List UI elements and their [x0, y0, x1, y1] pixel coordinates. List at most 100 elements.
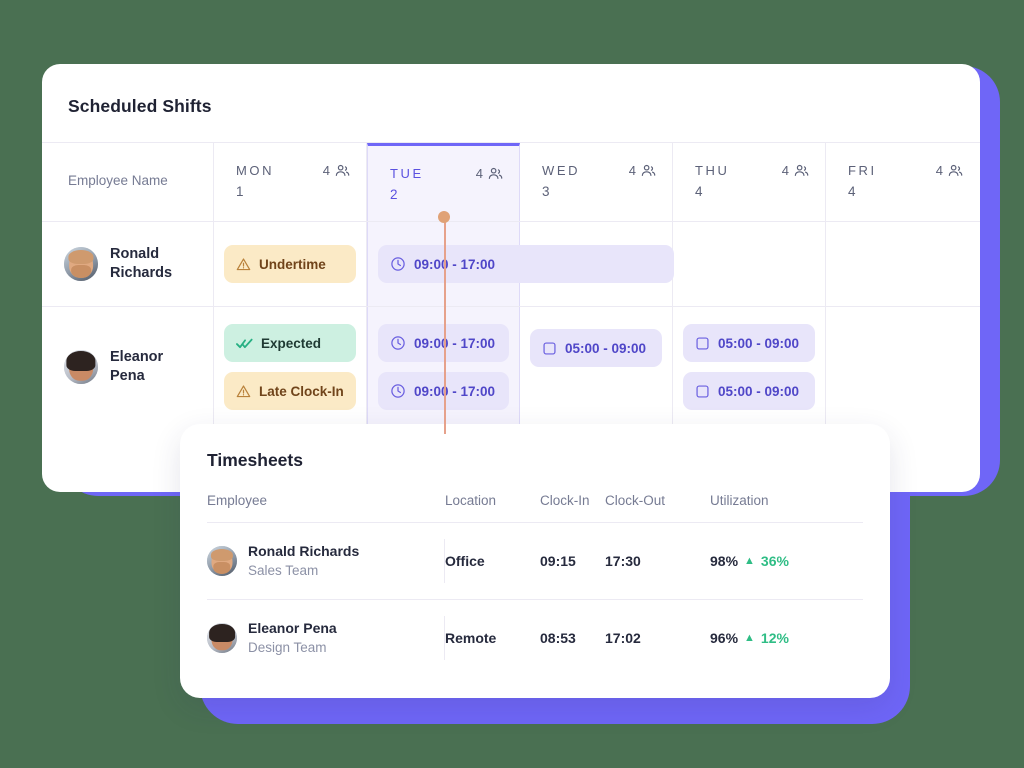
timesheets-table: Employee Location Clock-In Clock-Out Uti…: [180, 493, 890, 676]
shift-chip-label: 09:00 - 17:00: [414, 256, 496, 272]
day-header-count: 4: [628, 163, 636, 178]
shift-chip-label: Late Clock-In: [259, 383, 344, 399]
warning-triangle-icon: [236, 257, 251, 272]
trend-up-icon: ▲: [744, 631, 755, 644]
day-header-date: 4: [695, 184, 703, 199]
timesheets-header-row: Employee Location Clock-In Clock-Out Uti…: [207, 493, 863, 523]
day-header-count: 4: [475, 166, 483, 181]
employee-last-name: Richards: [110, 265, 173, 281]
timesheet-utilization-delta: 12%: [760, 630, 789, 646]
employee-first-name: Ronald: [110, 246, 160, 263]
day-header-dow: THU: [695, 163, 730, 178]
timesheet-employee-cell: Ronald Richards Sales Team: [207, 539, 445, 583]
day-header-date: 1: [236, 184, 244, 199]
square-icon: [695, 384, 710, 399]
timesheet-location: Remote: [445, 630, 497, 646]
day-header-thu[interactable]: THU 4 4: [673, 143, 826, 221]
people-icon: [488, 167, 503, 180]
shift-chip-expected[interactable]: Expected: [224, 324, 356, 362]
column-header-utilization: Utilization: [710, 493, 769, 508]
column-header-clock-in: Clock-In: [540, 493, 590, 508]
employee-cell: Eleanor Pena: [42, 307, 214, 427]
shift-cell-mon[interactable]: Undertime: [214, 222, 367, 306]
timesheet-utilization-cell: 96% ▲ 12%: [710, 630, 863, 646]
day-header-date: 4: [848, 184, 856, 199]
table-row[interactable]: Eleanor Pena Design Team Remote 08:53 17…: [207, 600, 863, 676]
timesheet-employee-cell: Eleanor Pena Design Team: [207, 616, 445, 660]
shift-cell-wed[interactable]: 05:00 - 09:00: [520, 307, 673, 427]
people-icon: [641, 164, 656, 177]
shift-cell-fri[interactable]: [826, 222, 979, 306]
trend-up-icon: ▲: [744, 554, 755, 567]
day-header-count: 4: [781, 163, 789, 178]
avatar-ronald: [64, 247, 98, 281]
square-icon: [542, 341, 557, 356]
shift-chip-time-span[interactable]: 09:00 - 17:00: [378, 245, 674, 283]
people-icon: [335, 164, 350, 177]
shift-cell-mon[interactable]: Expected Late Clock-In: [214, 307, 367, 427]
day-header-wed[interactable]: WED 4 3: [520, 143, 673, 221]
shift-chip-label: 05:00 - 09:00: [718, 383, 800, 399]
shift-row-eleanor-pena: Eleanor Pena Expected Late Clock-In 09:0…: [42, 306, 980, 427]
shift-chip-time[interactable]: 05:00 - 09:00: [683, 372, 815, 410]
scheduled-shifts-title: Scheduled Shifts: [68, 96, 212, 116]
timesheet-utilization-value: 96%: [710, 630, 739, 646]
timesheet-employee-name: Ronald Richards: [248, 543, 360, 560]
shift-chip-label: 05:00 - 09:00: [565, 340, 647, 356]
square-icon: [695, 336, 710, 351]
day-header-dow: WED: [542, 163, 581, 178]
shift-cell-thu[interactable]: [673, 222, 826, 306]
day-header-dow: MON: [236, 163, 275, 178]
people-icon: [948, 164, 963, 177]
day-header-tue[interactable]: TUE 4 2: [367, 143, 520, 221]
day-header-mon[interactable]: MON 4 1: [214, 143, 367, 221]
timesheet-clock-out: 17:02: [605, 630, 641, 646]
current-time-indicator-dot: [438, 211, 450, 223]
shift-chip-undertime[interactable]: Undertime: [224, 245, 356, 283]
timesheet-utilization-cell: 98% ▲ 36%: [710, 553, 863, 569]
shift-chip-label: Undertime: [259, 256, 326, 272]
timesheet-clock-in: 09:15: [540, 553, 576, 569]
shift-cell-fri[interactable]: [826, 307, 979, 427]
warning-triangle-icon: [236, 384, 251, 399]
avatar-eleanor: [207, 623, 237, 653]
column-header-location: Location: [445, 493, 497, 508]
avatar-eleanor: [64, 350, 98, 384]
timesheet-clock-out: 17:30: [605, 553, 641, 569]
timesheet-location: Office: [445, 553, 485, 569]
clock-icon: [390, 383, 406, 399]
shift-chip-label: 09:00 - 17:00: [414, 383, 496, 399]
day-header-dow: FRI: [848, 163, 877, 178]
employee-name: Ronald Richards: [110, 245, 172, 282]
shift-chip-label: 05:00 - 09:00: [718, 335, 800, 351]
clock-icon: [390, 256, 406, 272]
timesheets-card: Timesheets Employee Location Clock-In Cl…: [180, 424, 890, 698]
table-row[interactable]: Ronald Richards Sales Team Office 09:15 …: [207, 523, 863, 600]
day-header-fri[interactable]: FRI 4 4: [826, 143, 979, 221]
employee-cell: Ronald Richards: [42, 222, 214, 306]
shift-chip-time[interactable]: 05:00 - 09:00: [530, 329, 662, 367]
day-header-dow: TUE: [390, 166, 424, 181]
day-header-count: 4: [935, 163, 943, 178]
employee-last-name: Pena: [110, 368, 145, 384]
shift-chip-time[interactable]: 05:00 - 09:00: [683, 324, 815, 362]
timesheet-utilization-delta: 36%: [760, 553, 789, 569]
double-check-icon: [236, 337, 253, 350]
current-time-indicator-line: [444, 212, 446, 434]
shifts-header-row: Employee Name MON 4 1 TUE 4 2 WED 4 3 TH…: [42, 142, 980, 221]
day-header-date: 3: [542, 184, 550, 199]
day-header-count: 4: [322, 163, 330, 178]
timesheet-clock-in: 08:53: [540, 630, 576, 646]
employee-first-name: Eleanor: [110, 349, 164, 366]
employee-name: Eleanor Pena: [110, 348, 163, 385]
people-icon: [794, 164, 809, 177]
shift-cell-thu[interactable]: 05:00 - 09:00 05:00 - 09:00: [673, 307, 826, 427]
timesheets-title: Timesheets: [207, 450, 303, 470]
timesheet-employee-team: Sales Team: [248, 563, 319, 579]
column-header-clock-out: Clock-Out: [605, 493, 666, 508]
shift-chip-late-clock-in[interactable]: Late Clock-In: [224, 372, 356, 410]
timesheet-employee-team: Design Team: [248, 640, 327, 656]
column-header-employee: Employee: [207, 493, 268, 508]
shift-row-ronald-richards: Ronald Richards Undertime 09:00 - 17:00: [42, 221, 980, 306]
timesheet-employee-name: Eleanor Pena: [248, 620, 337, 637]
